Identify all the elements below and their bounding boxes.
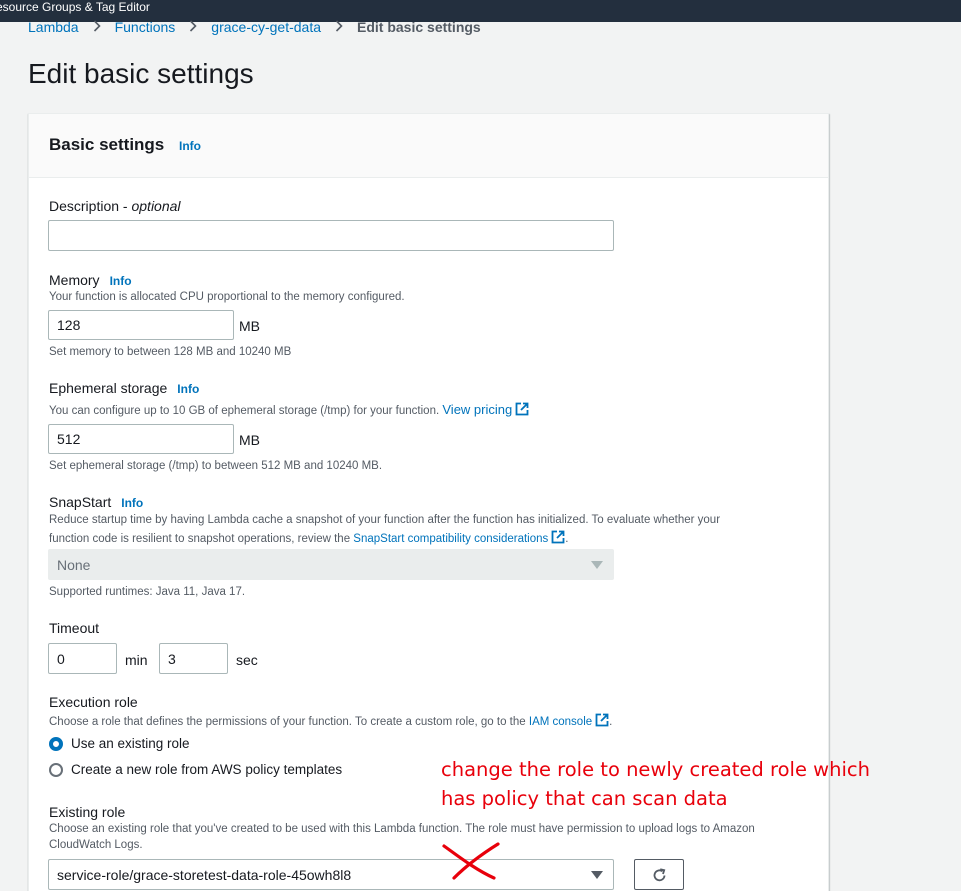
snapstart-label: SnapStart Info — [49, 494, 143, 510]
timeout-sec-unit: sec — [236, 652, 258, 668]
timeout-label: Timeout — [49, 620, 100, 636]
timeout-min-unit: min — [125, 652, 148, 668]
ephemeral-unit: MB — [239, 432, 260, 448]
snapstart-description-line1: Reduce startup time by having Lambda cac… — [49, 514, 721, 526]
external-link-icon[interactable] — [595, 713, 609, 730]
panel-header: Basic settings Info — [29, 114, 828, 178]
ephemeral-label-text: Ephemeral storage — [49, 380, 168, 396]
snapstart-description-end: . — [565, 533, 569, 545]
snapstart-label-text: SnapStart — [49, 494, 112, 510]
description-input[interactable] — [48, 220, 614, 251]
ephemeral-hint: Set ephemeral storage (/tmp) to between … — [49, 460, 383, 472]
external-link-icon[interactable] — [515, 402, 529, 419]
memory-info-link[interactable]: Info — [110, 274, 132, 288]
snapstart-select-value: None — [57, 557, 91, 573]
view-pricing-link[interactable]: View pricing — [442, 402, 512, 417]
timeout-min-input[interactable] — [48, 643, 117, 674]
page-title: Edit basic settings — [28, 58, 254, 89]
radio-use-existing-role[interactable] — [49, 737, 63, 751]
chevron-right-icon — [93, 19, 101, 35]
memory-input[interactable] — [48, 310, 234, 340]
description-label-suffix: - — [119, 198, 132, 214]
existing-role-description-line1: Choose an existing role that you've crea… — [49, 823, 755, 835]
breadcrumb-function-name[interactable]: grace-cy-get-data — [211, 19, 321, 35]
breadcrumb: Lambda Functions grace-cy-get-data Edit … — [28, 18, 481, 36]
iam-console-link[interactable]: IAM console — [529, 716, 592, 728]
snapstart-hint: Supported runtimes: Java 11, Java 17. — [49, 586, 246, 598]
description-label: Description - optional — [49, 198, 181, 214]
execution-role-description-text: Choose a role that defines the permissio… — [49, 716, 526, 728]
memory-hint: Set memory to between 128 MB and 10240 M… — [49, 346, 292, 358]
ephemeral-description-text: You can configure up to 10 GB of ephemer… — [49, 405, 440, 417]
top-nav-text[interactable]: esource Groups & Tag Editor — [0, 0, 150, 14]
radio-create-new-role-label[interactable]: Create a new role from AWS policy templa… — [71, 762, 342, 777]
snapstart-description-text: function code is resilient to snapshot o… — [49, 533, 351, 545]
execution-role-description: Choose a role that defines the permissio… — [49, 713, 612, 730]
memory-description: Your function is allocated CPU proportio… — [49, 291, 405, 303]
red-x-mark-icon — [442, 842, 500, 880]
snapstart-select: None — [48, 549, 614, 580]
description-optional: optional — [131, 198, 181, 214]
caret-down-icon — [591, 871, 603, 879]
existing-role-description-line2: CloudWatch Logs. — [49, 839, 143, 851]
existing-role-label: Existing role — [49, 804, 126, 820]
ephemeral-info-link[interactable]: Info — [177, 382, 199, 396]
snapstart-description-line2: function code is resilient to snapshot o… — [49, 530, 568, 547]
ephemeral-description: You can configure up to 10 GB of ephemer… — [49, 402, 529, 419]
existing-role-select-value: service-role/grace-storetest-data-role-4… — [57, 867, 352, 883]
caret-down-icon — [591, 561, 603, 569]
annotation-line2: has policy that can scan data — [441, 787, 728, 810]
panel-info-link[interactable]: Info — [179, 139, 201, 153]
description-label-text: Description — [49, 198, 120, 214]
refresh-icon — [653, 868, 666, 882]
breadcrumb-lambda[interactable]: Lambda — [28, 19, 79, 35]
radio-create-new-role[interactable] — [49, 763, 63, 777]
existing-role-select[interactable]: service-role/grace-storetest-data-role-4… — [48, 859, 614, 890]
refresh-roles-button[interactable] — [634, 859, 684, 890]
chevron-right-icon — [335, 19, 343, 35]
memory-label-text: Memory — [49, 272, 100, 288]
snapstart-considerations-link[interactable]: SnapStart compatibility considerations — [353, 533, 548, 545]
radio-use-existing-role-label[interactable]: Use an existing role — [71, 736, 190, 751]
snapstart-info-link[interactable]: Info — [121, 496, 143, 510]
panel-title: Basic settings Info — [49, 135, 201, 155]
breadcrumb-functions[interactable]: Functions — [115, 19, 176, 35]
annotation-line1: change the role to newly created role wh… — [441, 758, 870, 781]
timeout-sec-input[interactable] — [159, 643, 228, 674]
execution-role-label: Execution role — [49, 694, 138, 710]
chevron-right-icon — [189, 19, 197, 35]
execution-role-description-end: . — [609, 716, 613, 728]
memory-unit: MB — [239, 318, 260, 334]
external-link-icon[interactable] — [551, 530, 565, 547]
ephemeral-input[interactable] — [48, 424, 234, 454]
panel-title-text: Basic settings — [49, 135, 165, 154]
memory-label: Memory Info — [49, 272, 132, 288]
ephemeral-label: Ephemeral storage Info — [49, 380, 199, 396]
breadcrumb-current: Edit basic settings — [357, 19, 481, 35]
